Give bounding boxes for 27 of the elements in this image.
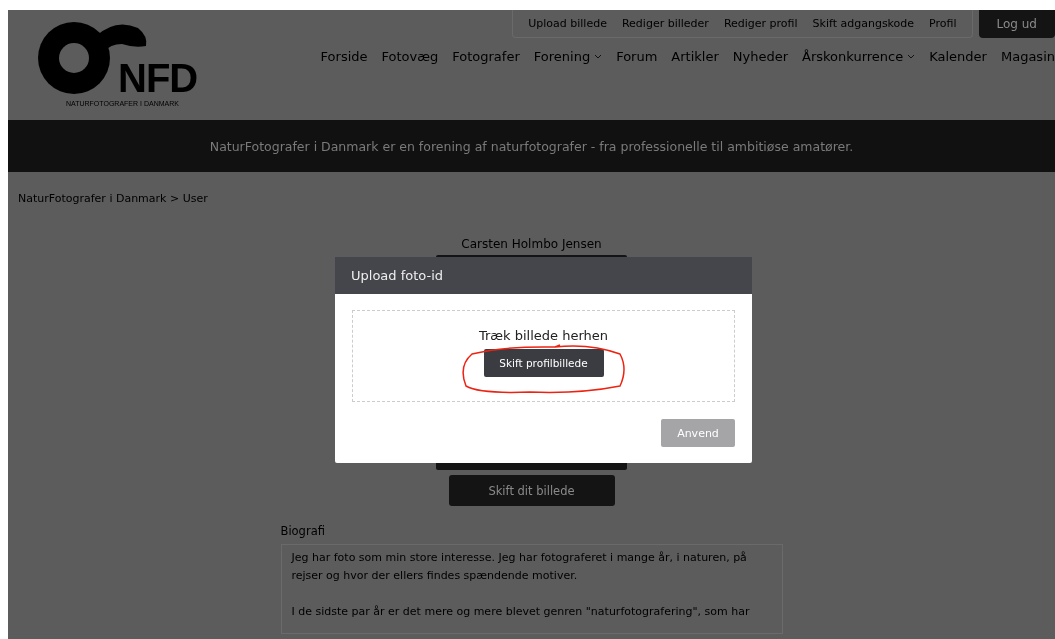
nav-link[interactable]: Fotografer bbox=[452, 49, 520, 64]
drop-hint: Træk billede herhen bbox=[478, 328, 609, 343]
change-photo-button[interactable]: Skift dit billede bbox=[448, 475, 615, 506]
user-link[interactable]: Rediger billeder bbox=[621, 17, 709, 30]
user-link[interactable]: Profil bbox=[929, 17, 957, 30]
tagline: NaturFotografer i Danmark er en forening af naturfotografer - fra professionelle til ambitiøse amatører. bbox=[209, 138, 854, 154]
user-name: Carsten Holmbo Jensen bbox=[461, 237, 602, 251]
chevron-down-icon bbox=[907, 54, 916, 59]
chevron-down-icon bbox=[594, 54, 603, 59]
nav-link[interactable]: Artikler bbox=[671, 49, 719, 64]
nav-link[interactable]: Fotovæg bbox=[381, 49, 439, 64]
nav-link[interactable]: Årskonkurrence bbox=[802, 49, 916, 64]
nav-link[interactable]: Magasin bbox=[1000, 49, 1055, 64]
nav-link[interactable]: Kalender bbox=[929, 49, 987, 64]
user-link[interactable]: Rediger profil bbox=[723, 17, 798, 30]
nav-link[interactable]: Forum bbox=[616, 49, 658, 64]
logo-text: NFD bbox=[118, 58, 199, 98]
dialog-title: Upload foto-id bbox=[335, 257, 752, 294]
nav-link[interactable]: Nyheder bbox=[732, 49, 789, 64]
logout-button[interactable]: Log ud bbox=[978, 10, 1055, 38]
user-link[interactable]: Skift adgangskode bbox=[812, 17, 915, 30]
drop-zone[interactable]: Træk billede herhen Skift profilbillede bbox=[352, 310, 735, 402]
user-link[interactable]: Upload billede bbox=[528, 17, 607, 30]
nav-link[interactable]: Forside bbox=[320, 49, 368, 64]
biography-label: Biografi bbox=[280, 524, 326, 538]
nav-link[interactable]: Forening bbox=[533, 49, 603, 64]
choose-photo-button[interactable]: Skift profilbillede bbox=[483, 349, 604, 377]
